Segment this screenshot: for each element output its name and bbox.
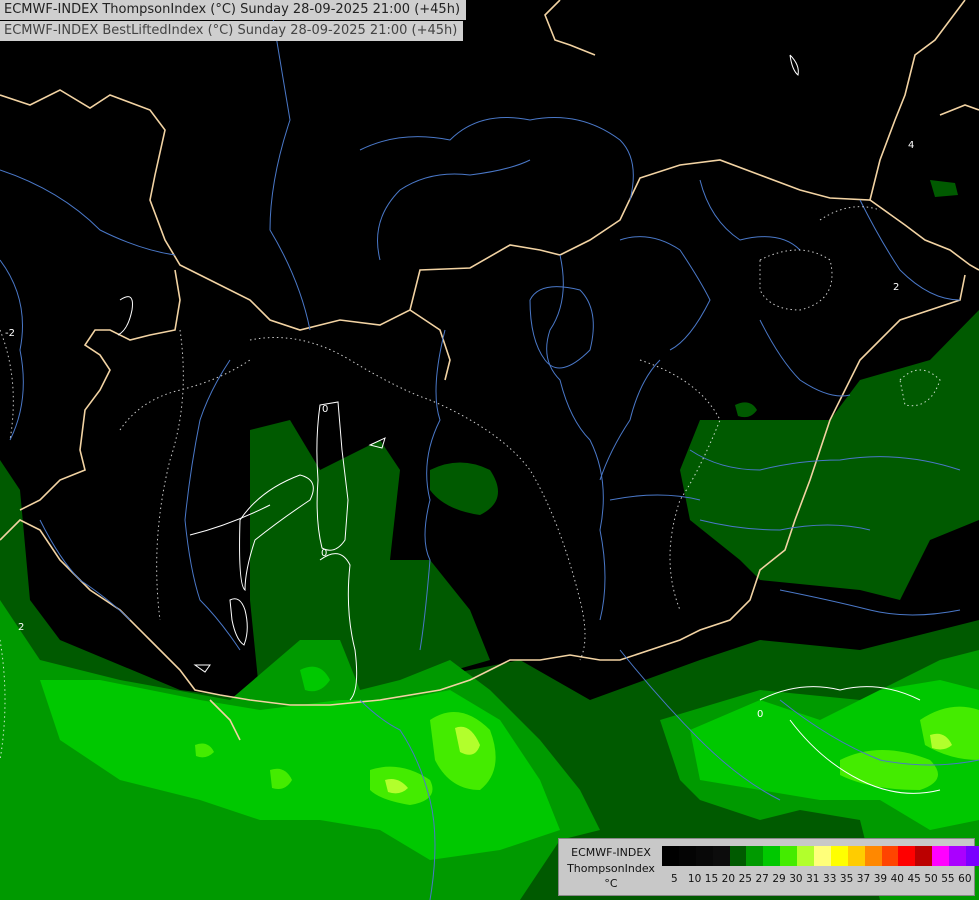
legend-swatch — [949, 846, 967, 866]
legend-tick-label: 31 — [806, 873, 820, 885]
legend-tick-label: 37 — [856, 873, 871, 885]
legend-swatch — [847, 846, 865, 866]
legend-tick-label: 15 — [704, 873, 719, 885]
legend-swatch — [729, 846, 747, 866]
legend-tick-label: 55 — [941, 873, 955, 885]
legend-swatch — [746, 846, 764, 866]
legend-swatch — [780, 846, 798, 866]
legend-swatch — [797, 846, 815, 866]
legend-swatch — [814, 846, 831, 866]
legend-parameter: ThompsonIndex — [567, 862, 655, 875]
legend-tick-label: 29 — [772, 873, 786, 885]
legend-tick-label: 45 — [907, 873, 921, 885]
legend-tick-label: 5 — [671, 873, 678, 885]
legend-swatch — [763, 846, 781, 866]
legend-tick-label: 35 — [839, 873, 854, 885]
legend-swatch — [830, 846, 848, 866]
color-legend: ECMWF-INDEX ThompsonIndex °C 5 10 15 20 25 27… — [558, 838, 979, 896]
legend-swatch — [662, 846, 679, 866]
contour-label: 2 — [18, 622, 24, 633]
legend-tick-label: 40 — [890, 873, 904, 885]
legend-swatch — [864, 846, 882, 866]
legend-swatch — [966, 846, 979, 866]
contour-label: 4 — [908, 140, 914, 151]
contour-label: 0 — [322, 404, 328, 415]
legend-unit: °C — [604, 877, 618, 890]
contour-label: 0 — [321, 548, 327, 559]
legend-tick-label: 27 — [755, 873, 769, 885]
legend-tick-label: 25 — [738, 873, 752, 885]
legend-swatch — [915, 846, 933, 866]
legend-swatch — [712, 846, 730, 866]
legend-tick-label: 33 — [823, 873, 837, 885]
legend-tick-label: 20 — [721, 873, 736, 885]
legend-swatches — [662, 846, 979, 866]
map-title-secondary: ECMWF-INDEX BestLiftedIndex (°C) Sunday … — [0, 21, 464, 41]
legend-swatch — [695, 846, 713, 866]
legend-swatch — [881, 846, 899, 866]
legend-swatch — [678, 846, 696, 866]
legend-tick-label: 10 — [687, 873, 702, 885]
legend-tick-label: 39 — [873, 873, 888, 885]
contour-label: -2 — [5, 328, 15, 339]
legend-swatch — [898, 846, 916, 866]
legend-tick-label: 30 — [789, 873, 803, 885]
legend-tick-label: 50 — [924, 873, 938, 885]
legend-ticks: 5 10 15 20 25 27 29 30 31 33 35 37 39 40 45 50 55 60 — [671, 873, 975, 887]
map-title-primary: ECMWF-INDEX ThompsonIndex (°C) Sunday 28… — [0, 0, 467, 20]
legend-tick-label: 60 — [958, 873, 972, 885]
legend-swatch — [932, 846, 950, 866]
legend-model: ECMWF-INDEX — [571, 846, 651, 859]
contour-label: 2 — [893, 282, 899, 293]
weather-map: 422000-2 — [0, 0, 979, 900]
contour-label: 0 — [757, 709, 763, 720]
